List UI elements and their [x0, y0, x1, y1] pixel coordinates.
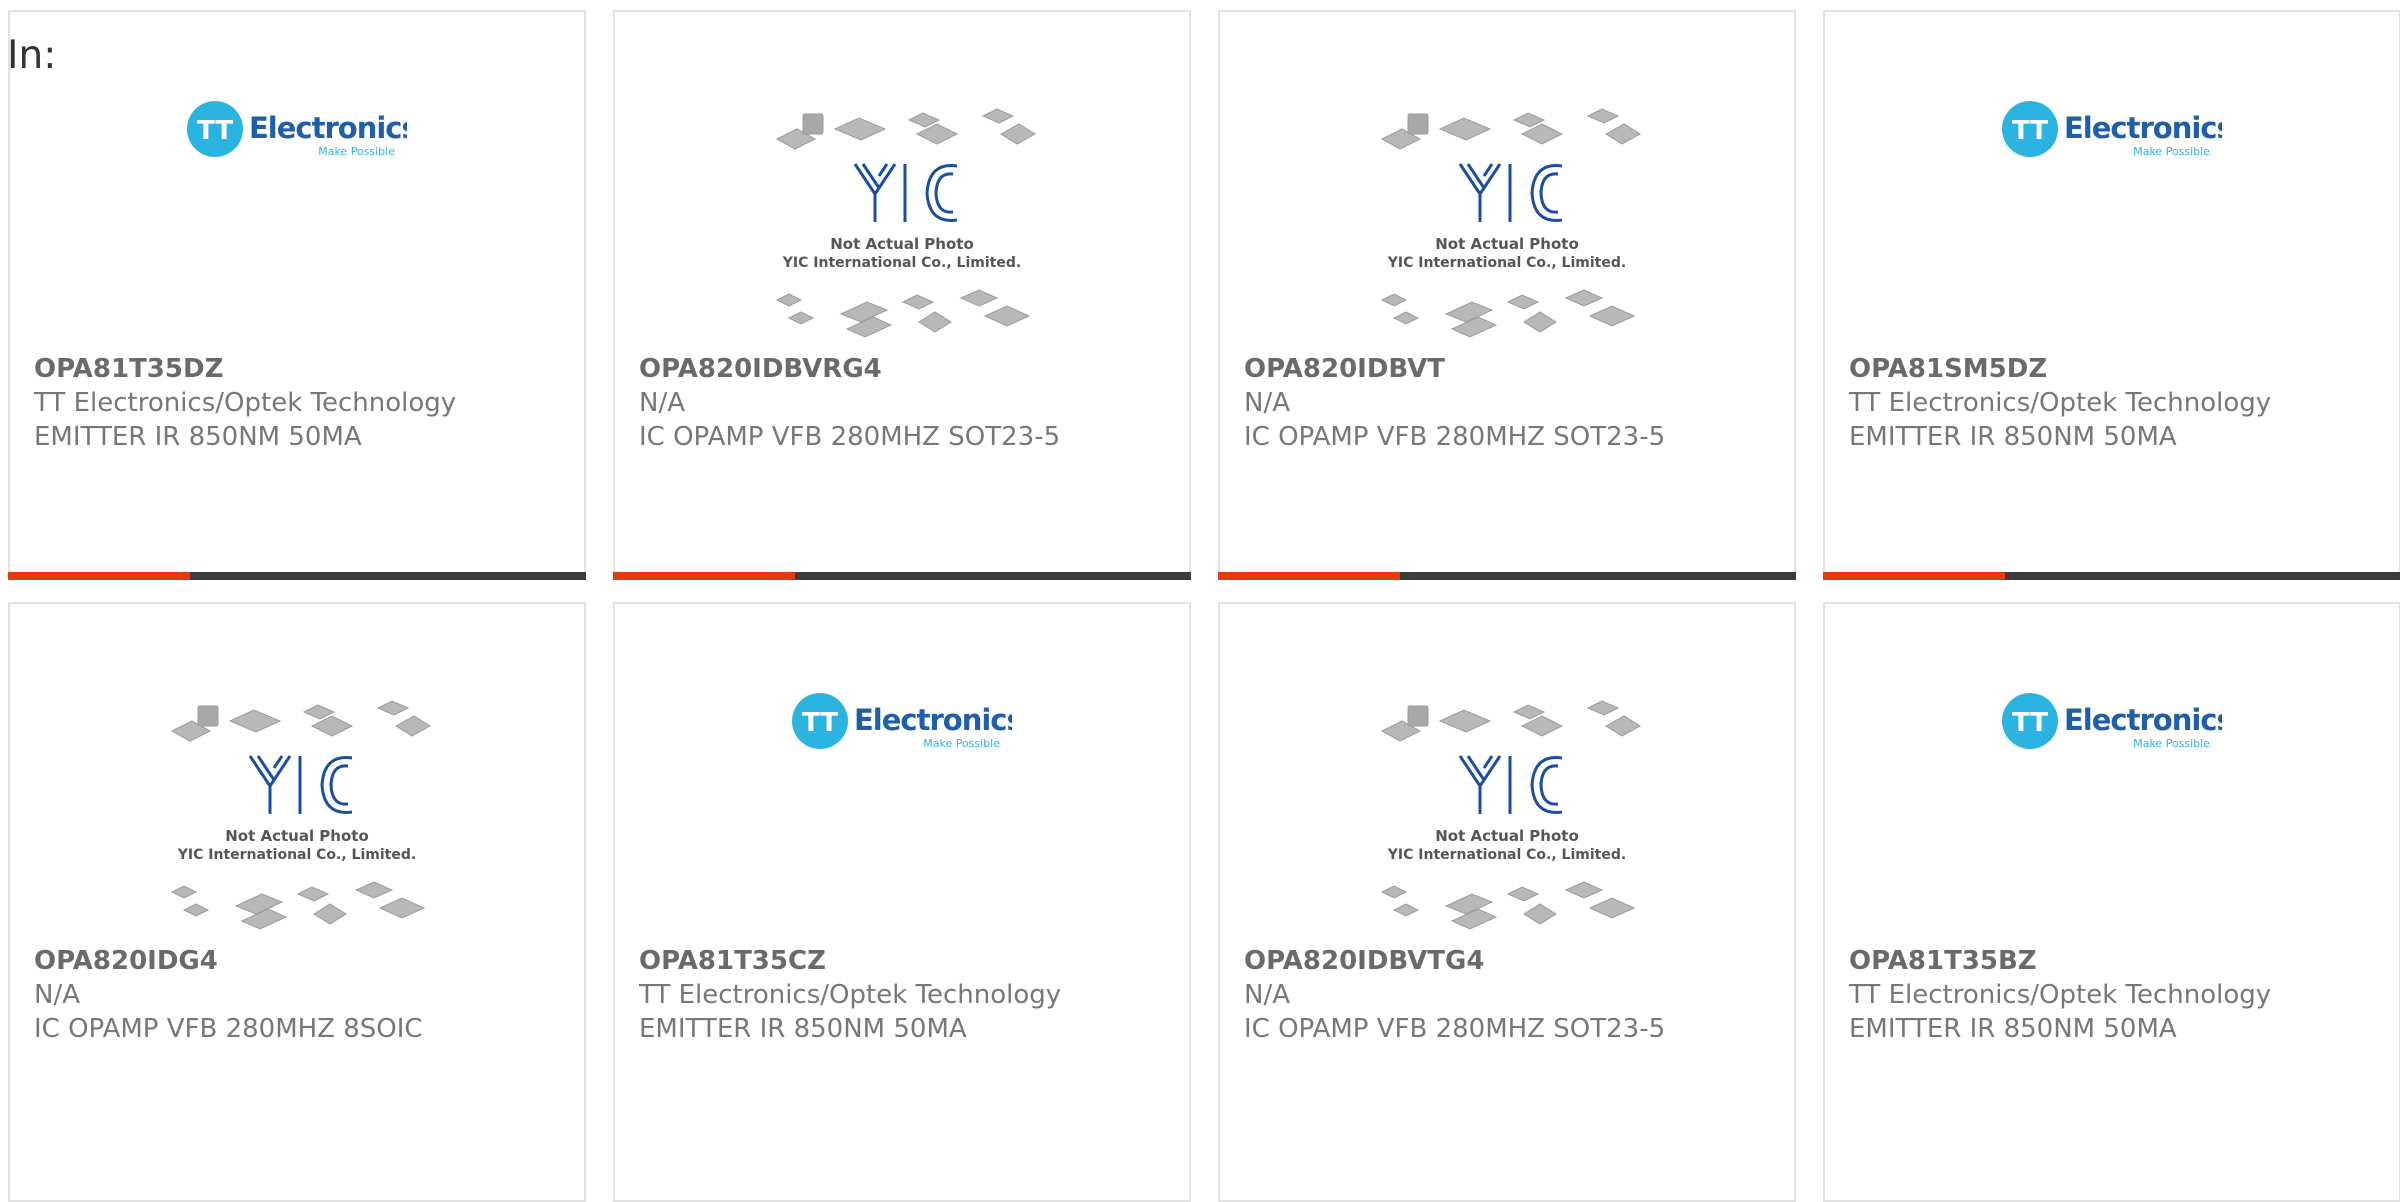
card-accent-bar — [1823, 572, 2005, 580]
card-bottom-bar — [8, 572, 586, 580]
in-label: In: — [7, 33, 57, 78]
svg-text:Electronics: Electronics — [854, 703, 1012, 737]
part-number[interactable]: OPA81SM5DZ — [1849, 352, 2389, 386]
manufacturer: TT Electronics/Optek Technology — [639, 980, 1062, 1010]
description: EMITTER IR 850NM 50MA — [639, 1014, 967, 1044]
product-card[interactable]: Not Actual Photo YIC International Co., … — [8, 602, 586, 1202]
product-image[interactable]: TT Electronics Make Possible — [1825, 92, 2399, 362]
tt-electronics-logo: TT Electronics Make Possible — [2002, 693, 2222, 750]
svg-text:YIC International Co., Limited: YIC International Co., Limited. — [177, 847, 416, 863]
tt-electronics-logo: TT Electronics Make Possible — [187, 101, 407, 158]
description: EMITTER IR 850NM 50MA — [1849, 1014, 2177, 1044]
product-card[interactable]: TT Electronics Make Possible OPA81T35BZ … — [1823, 602, 2400, 1202]
svg-text:YIC International Co., Limited: YIC International Co., Limited. — [1387, 847, 1626, 863]
part-number[interactable]: OPA820IDBVTG4 — [1244, 944, 1784, 978]
manufacturer: TT Electronics/Optek Technology — [34, 388, 457, 418]
manufacturer: TT Electronics/Optek Technology — [1849, 980, 2272, 1010]
svg-text:Not Actual Photo: Not Actual Photo — [225, 827, 369, 845]
part-number[interactable]: OPA81T35DZ — [34, 352, 574, 386]
part-number[interactable]: OPA81T35BZ — [1849, 944, 2389, 978]
product-image[interactable]: Not Actual Photo YIC International Co., … — [10, 696, 584, 966]
product-card[interactable]: Not Actual Photo YIC International Co., … — [1218, 602, 1796, 1202]
tt-electronics-logo: TT Electronics Make Possible — [2002, 101, 2222, 158]
part-number[interactable]: OPA820IDBVT — [1244, 352, 1784, 386]
part-number[interactable]: OPA820IDG4 — [34, 944, 574, 978]
product-card[interactable]: Not Actual Photo YIC International Co., … — [1218, 10, 1796, 580]
svg-text:Not Actual Photo: Not Actual Photo — [1435, 235, 1579, 253]
part-number[interactable]: OPA81T35CZ — [639, 944, 1179, 978]
card-accent-bar — [613, 572, 795, 580]
svg-text:Make Possible: Make Possible — [2133, 737, 2210, 750]
card-accent-bar — [8, 572, 190, 580]
product-image[interactable]: TT Electronics Make Possible — [10, 92, 584, 362]
product-image[interactable]: Not Actual Photo YIC International Co., … — [1220, 696, 1794, 966]
product-image[interactable]: TT Electronics Make Possible — [615, 684, 1189, 954]
description: IC OPAMP VFB 280MHZ SOT23-5 — [1244, 1014, 1666, 1044]
description: IC OPAMP VFB 280MHZ SOT23-5 — [1244, 422, 1666, 452]
svg-text:Electronics: Electronics — [2064, 703, 2222, 737]
product-image[interactable]: Not Actual Photo YIC International Co., … — [615, 104, 1189, 374]
card-bottom-bar — [1823, 572, 2400, 580]
manufacturer: N/A — [639, 388, 685, 418]
svg-text:TT: TT — [802, 708, 838, 738]
product-card[interactable]: Not Actual Photo YIC International Co., … — [613, 10, 1191, 580]
description: EMITTER IR 850NM 50MA — [1849, 422, 2177, 452]
manufacturer: N/A — [1244, 980, 1290, 1010]
manufacturer: N/A — [34, 980, 80, 1010]
svg-text:Electronics: Electronics — [249, 111, 407, 145]
svg-text:Electronics: Electronics — [2064, 111, 2222, 145]
product-card[interactable]: TT Electronics Make Possible OPA81SM5DZ … — [1823, 10, 2400, 580]
description: IC OPAMP VFB 280MHZ SOT23-5 — [639, 422, 1061, 452]
product-card[interactable]: TT Electronics Make Possible OPA81T35DZ … — [8, 10, 586, 580]
manufacturer: TT Electronics/Optek Technology — [1849, 388, 2272, 418]
svg-text:TT: TT — [2012, 116, 2048, 146]
description: EMITTER IR 850NM 50MA — [34, 422, 362, 452]
description: IC OPAMP VFB 280MHZ 8SOIC — [34, 1014, 423, 1044]
svg-text:YIC International Co., Limited: YIC International Co., Limited. — [1387, 255, 1626, 271]
svg-text:TT: TT — [197, 116, 233, 146]
yic-placeholder-image: Not Actual Photo YIC International Co., … — [1380, 700, 1641, 930]
card-accent-bar — [1218, 572, 1400, 580]
product-image[interactable]: Not Actual Photo YIC International Co., … — [1220, 104, 1794, 374]
yic-placeholder-image: Not Actual Photo YIC International Co., … — [170, 700, 431, 930]
product-grid: TT Electronics Make Possible OPA81T35DZ … — [8, 10, 2400, 1202]
yic-placeholder-image: Not Actual Photo YIC International Co., … — [775, 108, 1036, 338]
svg-text:Make Possible: Make Possible — [923, 737, 1000, 750]
product-card[interactable]: TT Electronics Make Possible OPA81T35CZ … — [613, 602, 1191, 1202]
manufacturer: N/A — [1244, 388, 1290, 418]
svg-text:Make Possible: Make Possible — [318, 145, 395, 158]
card-bottom-bar — [1218, 572, 1796, 580]
tt-electronics-logo: TT Electronics Make Possible — [792, 693, 1012, 750]
yic-placeholder-image: Not Actual Photo YIC International Co., … — [1380, 108, 1641, 338]
svg-text:YIC International Co., Limited: YIC International Co., Limited. — [782, 255, 1021, 271]
part-number[interactable]: OPA820IDBVRG4 — [639, 352, 1179, 386]
svg-text:Not Actual Photo: Not Actual Photo — [830, 235, 974, 253]
card-bottom-bar — [613, 572, 1191, 580]
product-image[interactable]: TT Electronics Make Possible — [1825, 684, 2399, 954]
svg-text:Make Possible: Make Possible — [2133, 145, 2210, 158]
svg-text:Not Actual Photo: Not Actual Photo — [1435, 827, 1579, 845]
svg-text:TT: TT — [2012, 708, 2048, 738]
